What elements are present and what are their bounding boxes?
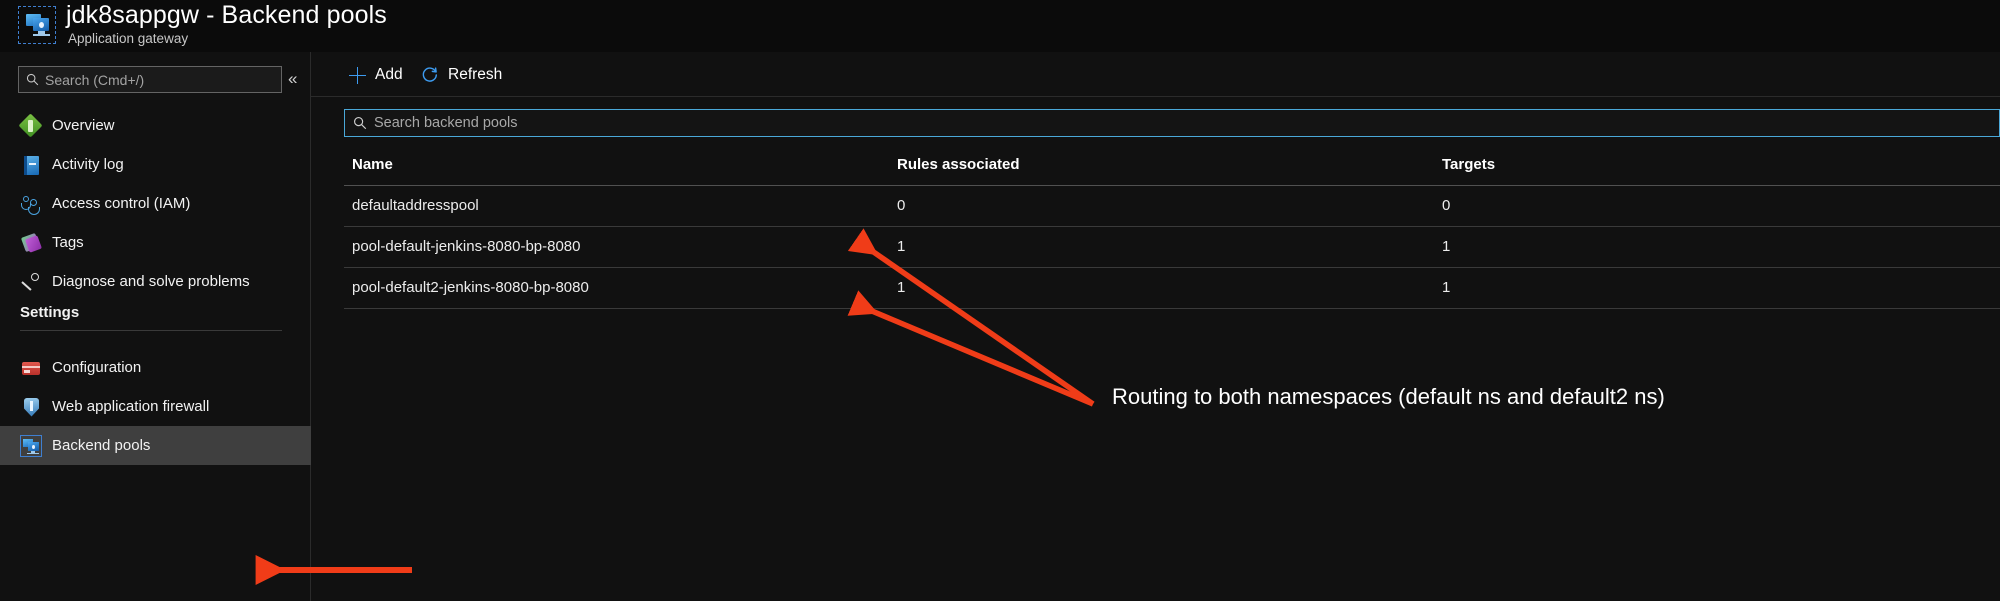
cell-targets: 0 [1434, 185, 2000, 227]
refresh-icon [422, 67, 438, 82]
cell-targets: 1 [1434, 226, 2000, 268]
add-button[interactable]: Add [349, 62, 403, 88]
backend-pools-search-input[interactable] [374, 115, 1955, 131]
search-icon [354, 117, 367, 130]
overview-icon [18, 112, 43, 138]
cell-rules-associated: 1 [889, 226, 1434, 268]
settings-divider [20, 330, 282, 331]
cell-pool-name[interactable]: defaultaddresspool [344, 185, 889, 227]
plus-icon [349, 66, 366, 84]
column-header-name[interactable]: Name [344, 146, 889, 186]
table-row[interactable]: pool-default-jenkins-8080-bp-8080 1 1 [344, 226, 2000, 268]
sidebar-item-label: Overview [52, 117, 115, 134]
cell-targets: 1 [1434, 267, 2000, 309]
cell-pool-name[interactable]: pool-default-jenkins-8080-bp-8080 [344, 226, 889, 268]
resource-sidebar: « Overview Activity log Access control (… [0, 52, 311, 601]
wrench-icon [20, 271, 42, 293]
refresh-button[interactable]: Refresh [421, 62, 502, 88]
cell-rules-associated: 1 [889, 267, 1434, 309]
azure-portal-screen: jdk8sappgw - Backend pools Application g… [0, 0, 2000, 601]
sidebar-item-label: Activity log [52, 156, 124, 173]
sidebar-search-input[interactable] [45, 71, 260, 88]
sidebar-item-access-control[interactable]: Access control (IAM) [0, 184, 311, 223]
sidebar-item-web-application-firewall[interactable]: Web application firewall [0, 387, 311, 426]
sidebar-settings-nav: Configuration Web application firewall B… [0, 348, 311, 465]
table-header-row: Name Rules associated Targets [344, 146, 2000, 186]
table-row[interactable]: defaultaddresspool 0 0 [344, 185, 2000, 227]
main-content: Add Refresh Name Rules associated [311, 52, 2000, 601]
column-header-rules-associated[interactable]: Rules associated [889, 146, 1434, 186]
settings-section-header: Settings [20, 304, 80, 321]
sidebar-item-label: Tags [52, 234, 84, 251]
sidebar-search[interactable] [18, 66, 282, 93]
sidebar-item-backend-pools[interactable]: Backend pools [0, 426, 311, 465]
tags-icon [20, 232, 43, 254]
table-row[interactable]: pool-default2-jenkins-8080-bp-8080 1 1 [344, 267, 2000, 309]
sidebar-item-label: Configuration [52, 359, 142, 376]
shield-icon [20, 396, 42, 418]
sidebar-nav: Overview Activity log Access control (IA… [0, 106, 311, 301]
search-icon [26, 73, 39, 86]
sidebar-item-label: Backend pools [52, 437, 151, 454]
configuration-icon [20, 357, 42, 379]
sidebar-item-overview[interactable]: Overview [0, 106, 311, 145]
sidebar-item-tags[interactable]: Tags [0, 223, 311, 262]
backend-pools-icon [20, 434, 42, 457]
backend-pools-search[interactable] [344, 109, 2000, 137]
resource-type-subtitle: Application gateway [68, 31, 189, 46]
page-header: jdk8sappgw - Backend pools Application g… [0, 0, 2000, 52]
command-toolbar: Add Refresh [311, 52, 2000, 97]
app-gateway-icon [18, 6, 56, 44]
cell-rules-associated: 0 [889, 185, 1434, 227]
sidebar-item-label: Access control (IAM) [52, 195, 191, 212]
column-header-targets[interactable]: Targets [1434, 146, 2000, 186]
collapse-sidebar-icon[interactable]: « [288, 70, 297, 87]
backend-pools-table: Name Rules associated Targets defaultadd… [344, 146, 2000, 309]
page-title: jdk8sappgw - Backend pools [66, 1, 387, 29]
sidebar-item-label: Diagnose and solve problems [52, 273, 250, 290]
sidebar-item-activity-log[interactable]: Activity log [0, 145, 311, 184]
sidebar-item-label: Web application firewall [52, 398, 210, 415]
cell-pool-name[interactable]: pool-default2-jenkins-8080-bp-8080 [344, 267, 889, 309]
activity-log-icon [20, 154, 42, 176]
refresh-button-label: Refresh [448, 66, 503, 83]
add-button-label: Add [375, 66, 403, 83]
sidebar-item-diagnose[interactable]: Diagnose and solve problems [0, 262, 311, 301]
sidebar-item-configuration[interactable]: Configuration [0, 348, 311, 387]
access-control-icon [20, 193, 42, 215]
